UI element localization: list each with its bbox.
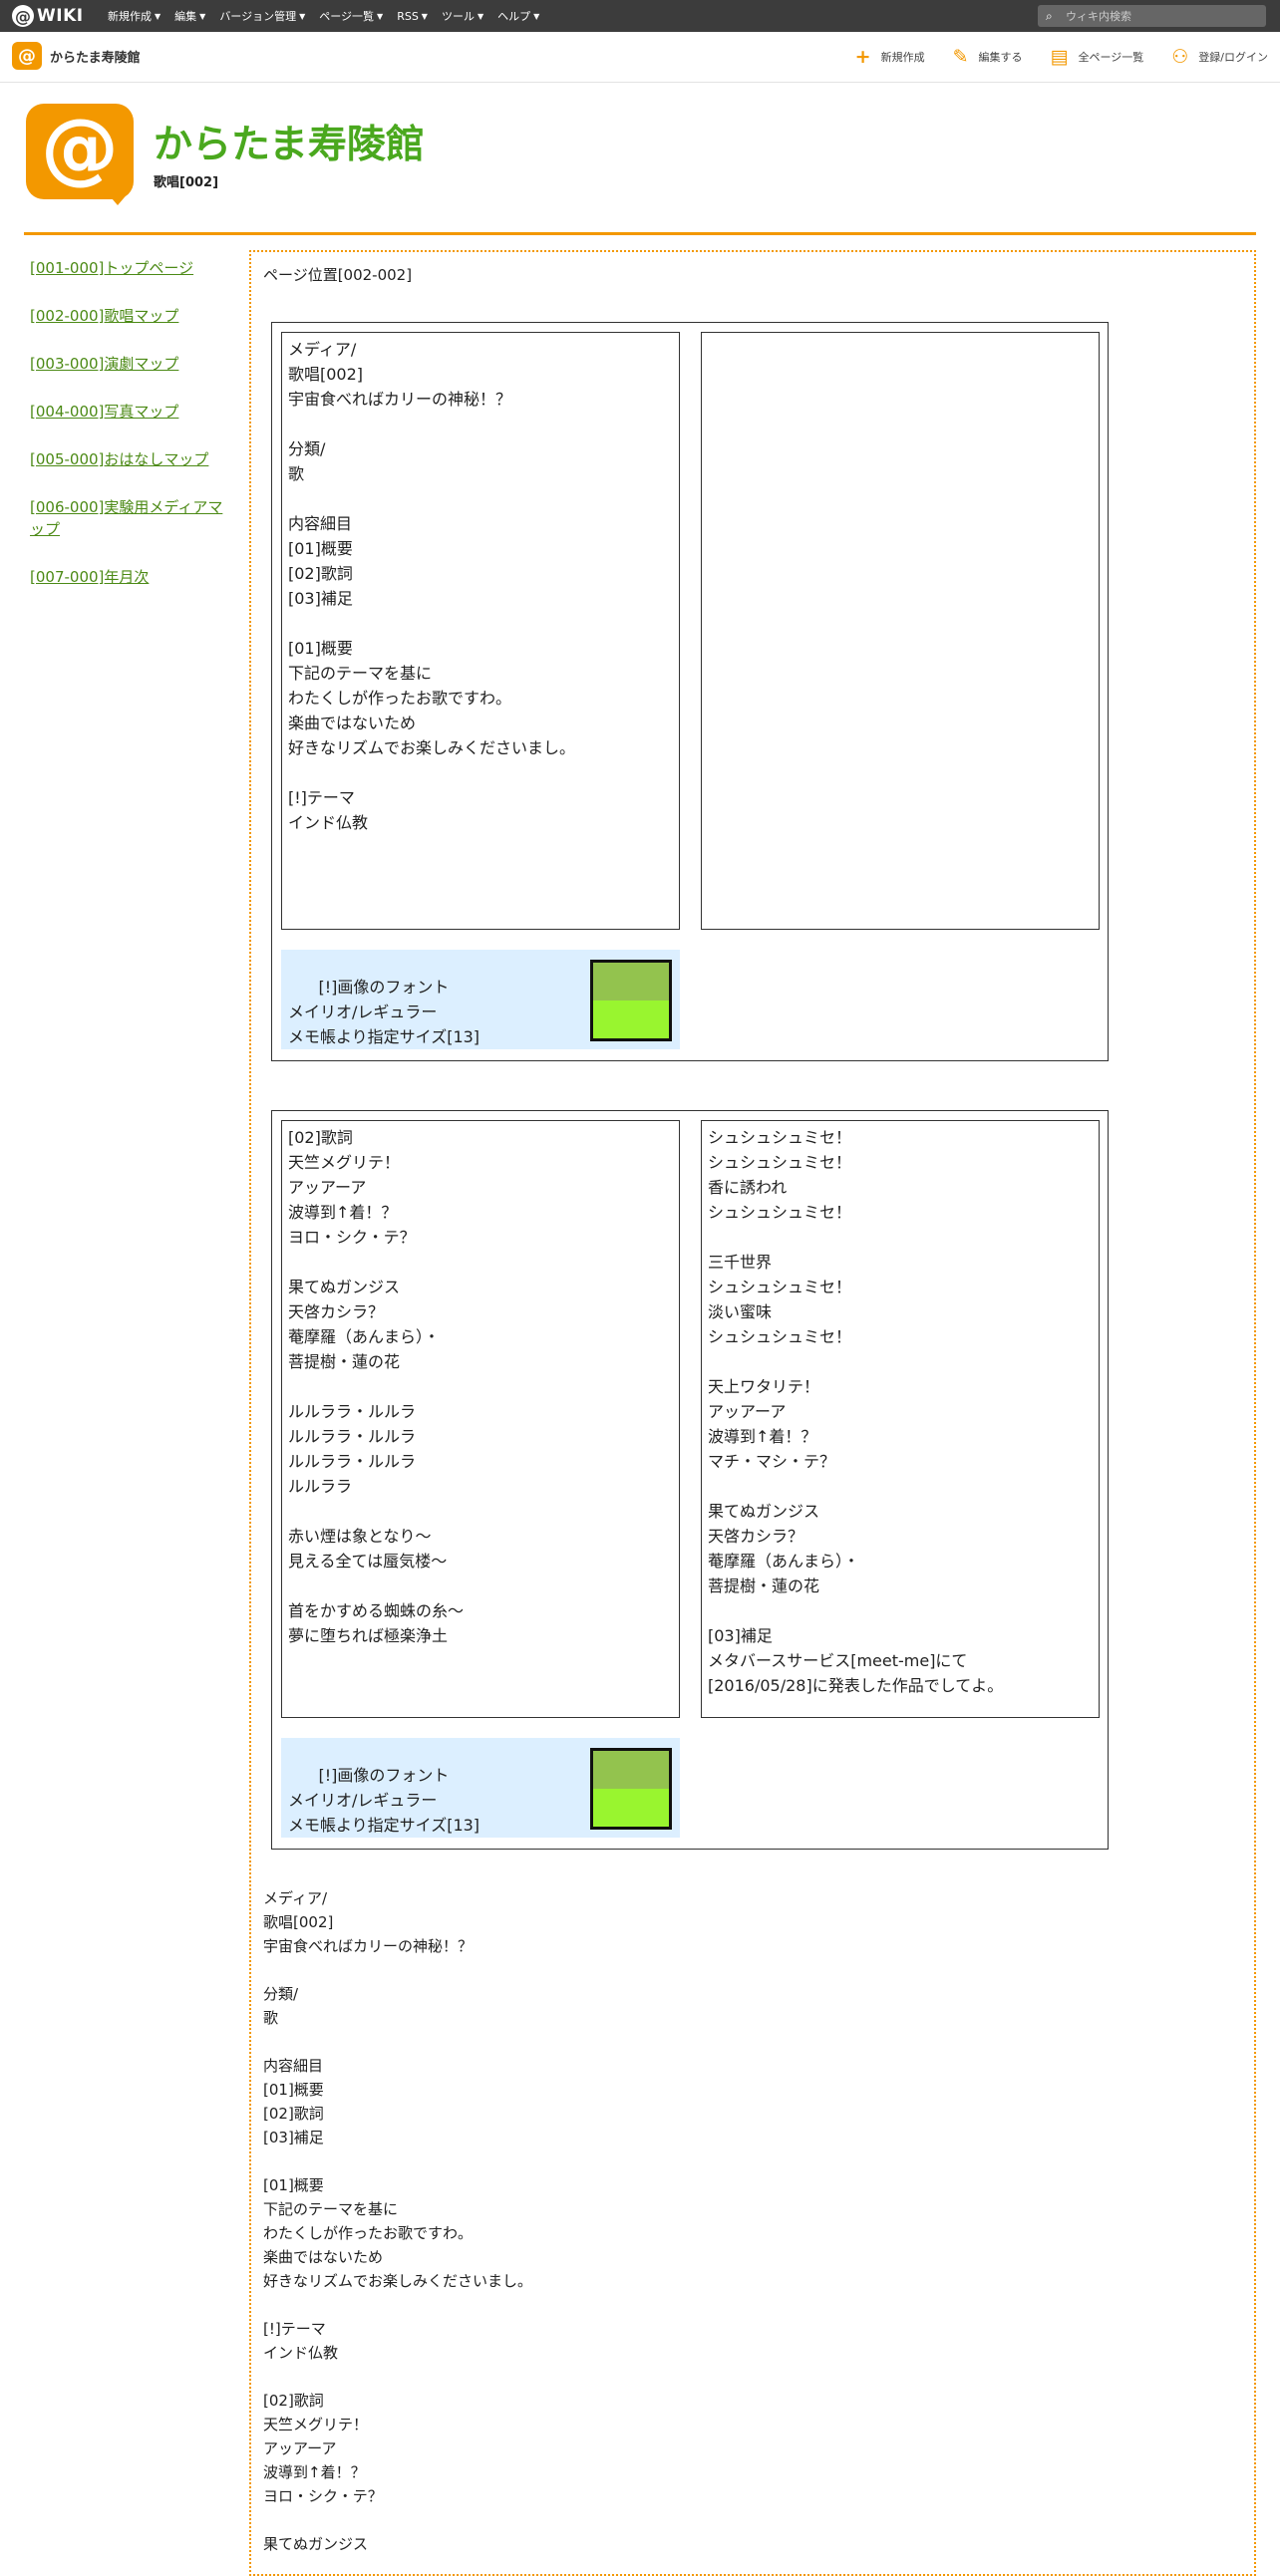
page-title: 歌唱[002] bbox=[154, 175, 219, 190]
image-box bbox=[701, 332, 1100, 930]
menu-version[interactable]: バージョン管理 ▼ bbox=[219, 8, 305, 24]
site-bar: @ からたま寿陵館 + 新規作成 ✎ 編集する ▤ 全ページ一覧 ⚇ 登録/ログイン bbox=[0, 32, 1280, 83]
search-input[interactable] bbox=[1064, 8, 1257, 24]
search-icon[interactable]: ⌕ bbox=[1046, 9, 1060, 24]
menu-tools[interactable]: ツール ▼ bbox=[442, 8, 483, 24]
caret-down-icon: ▼ bbox=[421, 11, 428, 21]
main-content: ページ位置[002-002] メディア/ 歌唱[002] 宇宙食べればカリーの神… bbox=[249, 250, 1256, 2576]
font-note: [!]画像のフォント メイリオ/レギュラー メモ帳より指定サイズ[13] bbox=[281, 1738, 680, 1838]
caret-down-icon: ▼ bbox=[299, 11, 306, 21]
atwiki-logo[interactable]: @ WIKI bbox=[12, 5, 84, 27]
sidebar-item-photo-map[interactable]: [004-000]写真マップ bbox=[30, 401, 234, 423]
caret-down-icon: ▼ bbox=[477, 11, 484, 21]
wiki-search: ⌕ bbox=[1038, 5, 1266, 27]
login-button[interactable]: ⚇ 登録/ログイン bbox=[1171, 46, 1268, 68]
logo-text: WIKI bbox=[37, 6, 84, 26]
site-logo-icon: @ bbox=[12, 42, 42, 70]
sidebar-menu: [001-000]トップページ [002-000]歌唱マップ [003-000]… bbox=[30, 257, 234, 614]
sidebar-item-song-map[interactable]: [002-000]歌唱マップ bbox=[30, 305, 234, 327]
menu-page-list[interactable]: ページ一覧 ▼ bbox=[319, 8, 383, 24]
font-note: [!]画像のフォント メイリオ/レギュラー メモ帳より指定サイズ[13] bbox=[281, 950, 680, 1049]
media-panel-2: [02]歌詞 天竺メグリテ！ アッアーア 波導到↑着！？ ヨロ・シク・テ？ 果て… bbox=[271, 1110, 1109, 1850]
info-text-box: メディア/ 歌唱[002] 宇宙食べればカリーの神秘！？ 分類/ 歌 内容細目 … bbox=[281, 332, 680, 930]
site-name: からたま寿陵館 bbox=[50, 50, 141, 66]
all-pages-button[interactable]: ▤ 全ページ一覧 bbox=[1051, 46, 1144, 68]
sidebar-item-yearmonth[interactable]: [007-000]年月次 bbox=[30, 566, 234, 588]
user-add-icon: ⚇ bbox=[1171, 46, 1189, 68]
color-swatch bbox=[590, 1748, 672, 1830]
sidebar-item-experiment-map[interactable]: [006-000]実験用メディアマップ bbox=[30, 496, 234, 540]
plus-icon: + bbox=[854, 46, 871, 68]
plain-text-body: メディア/ 歌唱[002] 宇宙食べればカリーの神秘！？ 分類/ 歌 内容細目 … bbox=[263, 1889, 533, 2553]
menu-rss[interactable]: RSS ▼ bbox=[397, 10, 428, 23]
site-title[interactable]: からたま寿陵館 bbox=[154, 114, 425, 169]
menu-help[interactable]: ヘルプ ▼ bbox=[497, 8, 539, 24]
edit-page-button[interactable]: ✎ 編集する bbox=[953, 46, 1023, 68]
caret-down-icon: ▼ bbox=[377, 11, 384, 21]
at-logo-icon: @ bbox=[41, 104, 119, 193]
menu-new[interactable]: 新規作成 ▼ bbox=[108, 8, 160, 24]
new-page-button[interactable]: + 新規作成 bbox=[855, 46, 925, 68]
font-note-text: [!]画像のフォント メイリオ/レギュラー メモ帳より指定サイズ[13] bbox=[288, 1766, 480, 1835]
caret-down-icon: ▼ bbox=[155, 11, 161, 21]
lyrics-box-right: シュシュシュミセ！ シュシュシュミセ！ 香に誘われ シュシュシュミセ！ 三千世界… bbox=[701, 1120, 1100, 1718]
font-note-text: [!]画像のフォント メイリオ/レギュラー メモ帳より指定サイズ[13] bbox=[288, 978, 480, 1046]
caret-down-icon: ▼ bbox=[533, 11, 540, 21]
at-logo-icon: @ bbox=[12, 5, 34, 27]
page-position: ページ位置[002-002] bbox=[263, 266, 413, 284]
caret-down-icon: ▼ bbox=[199, 11, 206, 21]
color-swatch bbox=[590, 960, 672, 1041]
lyrics-box-left: [02]歌詞 天竺メグリテ！ アッアーア 波導到↑着！？ ヨロ・シク・テ？ 果て… bbox=[281, 1120, 680, 1718]
site-badge[interactable]: @ からたま寿陵館 bbox=[12, 42, 141, 70]
site-big-logo[interactable]: @ bbox=[26, 104, 134, 205]
top-menu: 新規作成 ▼ 編集 ▼ バージョン管理 ▼ ページ一覧 ▼ RSS ▼ ツール ▼ ヘルプ ▼ bbox=[108, 0, 553, 32]
header-divider bbox=[24, 232, 1256, 235]
sidebar-item-theater-map[interactable]: [003-000]演劇マップ bbox=[30, 353, 234, 375]
media-panel-1: メディア/ 歌唱[002] 宇宙食べればカリーの神秘！？ 分類/ 歌 内容細目 … bbox=[271, 322, 1109, 1061]
page-actions: + 新規作成 ✎ 編集する ▤ 全ページ一覧 ⚇ 登録/ログイン bbox=[827, 32, 1268, 82]
top-navigation-bar: @ WIKI 新規作成 ▼ 編集 ▼ バージョン管理 ▼ ページ一覧 ▼ RSS ▼ ツー… bbox=[0, 0, 1280, 32]
menu-edit[interactable]: 編集 ▼ bbox=[174, 8, 205, 24]
sidebar-item-story-map[interactable]: [005-000]おはなしマップ bbox=[30, 448, 234, 470]
document-icon: ▤ bbox=[1050, 46, 1069, 68]
sidebar-item-top[interactable]: [001-000]トップページ bbox=[30, 257, 234, 279]
pencil-icon: ✎ bbox=[952, 46, 969, 68]
